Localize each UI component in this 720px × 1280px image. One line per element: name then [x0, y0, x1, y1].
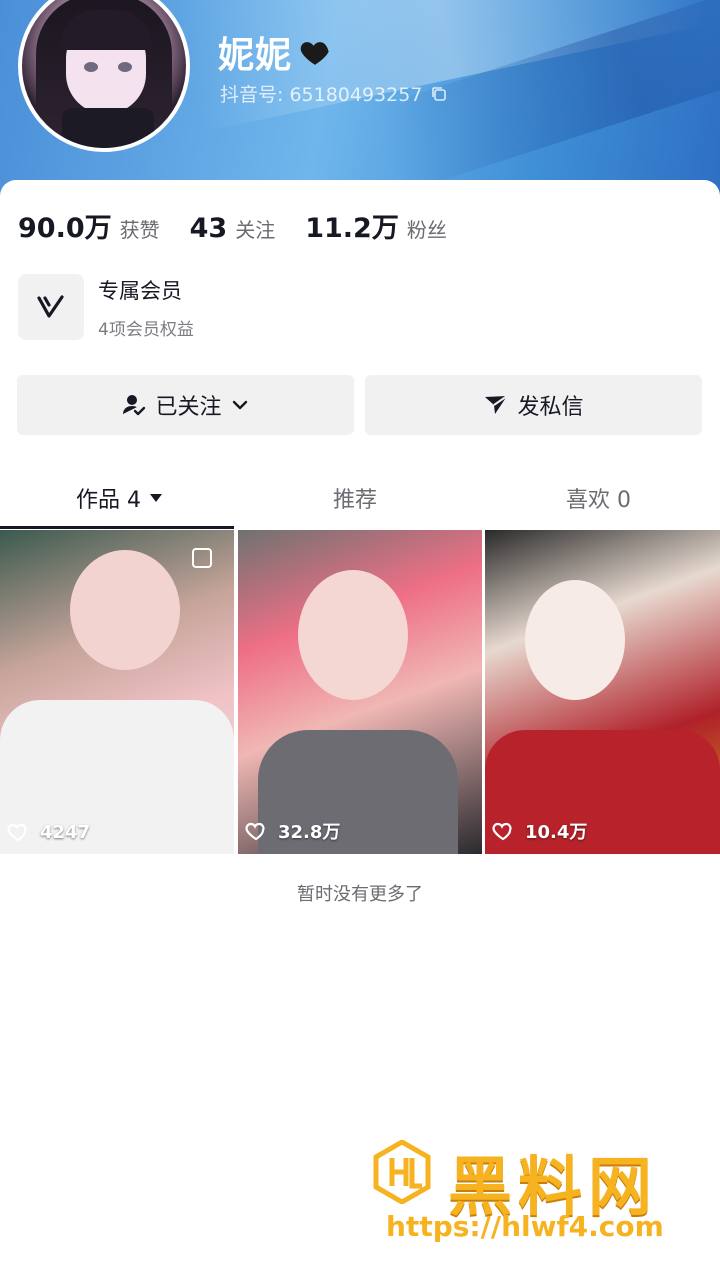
douyin-id-row: 抖音号: 65180493257 — [220, 80, 448, 107]
vip-badge — [18, 274, 84, 340]
stat-label: 粉丝 — [406, 218, 447, 242]
caret-down-icon — [150, 494, 162, 502]
tab-liked-label: 喜欢 0 — [566, 488, 631, 513]
followed-button[interactable]: 已关注 — [17, 375, 354, 435]
nickname: 妮妮 — [218, 35, 293, 76]
send-message-button[interactable]: 发私信 — [365, 375, 702, 435]
tab-works[interactable]: 作品 4 — [76, 482, 163, 514]
active-tab-underline — [0, 526, 234, 529]
stat-label: 获赞 — [119, 218, 160, 242]
tab-recommended-label: 推荐 — [333, 488, 378, 513]
membership-subtitle: 4项会员权益 — [98, 319, 194, 340]
avatar-collar — [62, 108, 154, 148]
work-likes: 4247 — [6, 820, 90, 844]
chevron-down-icon — [232, 400, 247, 410]
avatar-eye — [84, 62, 98, 72]
content-tabs: 作品 4 推荐 喜欢 0 — [0, 470, 720, 526]
stats-row: 90.0万 获赞 43 关注 11.2万 粉丝 — [18, 206, 477, 245]
heart-outline-icon — [7, 823, 27, 842]
work-thumbnail[interactable]: 10.4万 — [485, 530, 720, 854]
tab-works-label: 作品 4 — [76, 488, 141, 513]
thumbnail-figure — [70, 550, 180, 670]
followed-user-icon — [123, 395, 146, 416]
followed-label: 已关注 — [155, 395, 222, 420]
tab-recommended[interactable]: 推荐 — [333, 482, 377, 514]
membership-title: 专属会员 — [98, 278, 182, 303]
stat-value: 90.0万 — [18, 213, 112, 244]
works-grid: 4247 32.8万 10.4万 — [0, 530, 720, 854]
work-likes: 10.4万 — [491, 818, 587, 844]
watermark-logo-icon — [373, 1140, 431, 1204]
copy-icon[interactable] — [430, 85, 448, 103]
stat-likes[interactable]: 90.0万 获赞 — [18, 206, 160, 245]
send-message-label: 发私信 — [517, 395, 584, 420]
vip-v-icon — [37, 295, 64, 318]
watermark: 黑料网 https://hlwf4.com — [370, 1140, 690, 1250]
stat-value: 11.2万 — [305, 213, 399, 244]
work-thumbnail[interactable]: 32.8万 — [238, 530, 482, 854]
work-likes-count: 10.4万 — [525, 822, 588, 843]
pin-icon — [192, 548, 212, 568]
heart-black-icon — [300, 42, 329, 65]
heart-outline-icon — [245, 822, 265, 841]
membership-entry[interactable]: 专属会员 4项会员权益 — [18, 274, 194, 340]
avatar[interactable] — [18, 0, 190, 152]
watermark-url: https://hlwf4.com — [386, 1210, 664, 1243]
work-likes-count: 32.8万 — [278, 822, 341, 843]
work-thumbnail[interactable]: 4247 — [0, 530, 234, 854]
work-likes-count: 4247 — [40, 821, 91, 843]
thumbnail-figure — [525, 580, 625, 700]
stat-following[interactable]: 43 关注 — [190, 213, 276, 244]
tab-liked[interactable]: 喜欢 0 — [566, 482, 631, 514]
douyin-id: 抖音号: 65180493257 — [220, 84, 423, 106]
heart-outline-icon — [492, 822, 512, 841]
send-icon — [485, 395, 509, 414]
stat-followers[interactable]: 11.2万 粉丝 — [305, 206, 447, 245]
work-likes: 32.8万 — [244, 818, 340, 844]
end-of-list-note: 暂时没有更多了 — [297, 884, 423, 905]
nickname-row: 妮妮 — [218, 26, 332, 78]
avatar-eye — [118, 62, 132, 72]
thumbnail-figure — [298, 570, 408, 700]
stat-label: 关注 — [235, 218, 276, 242]
stat-value: 43 — [189, 213, 228, 244]
